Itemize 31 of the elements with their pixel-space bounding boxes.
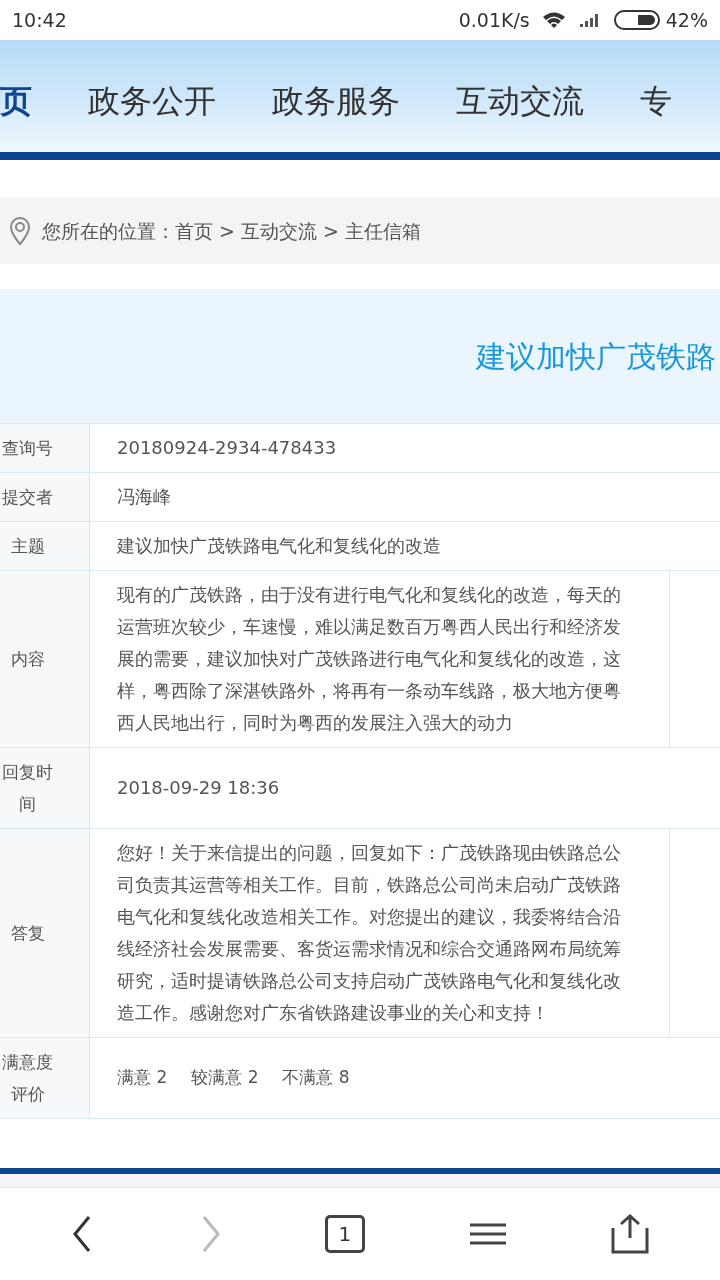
rating-count: 满意 2 <box>117 1066 168 1090</box>
clock-time: 10:42 <box>12 7 67 33</box>
field-value: 您好！关于来信提出的问题，回复如下：广茂铁路现由铁路总公司负责其运营等相关工作。目前，铁路总公司尚未启动广茂铁路电气化和复线化改造相关工作。对您提出的建议，我委将结合沿线经济社会发展需要、客货运需求情况和综合交通路网布局统筹研究，适时提请铁路总公司支持启动广茂铁路电气化和复线化改造工作。感谢您对广东省铁路建设事业的关心和支持！ <box>117 841 622 1025</box>
nav-tab[interactable]: 政务公开 <box>88 67 216 125</box>
field-value: 现有的广茂铁路，由于没有进行电气化和复线化的改造，每天的运营班次较少，车速慢，难以满足数百万粤西人民出行和经济发展的需要，建议加快对广茂铁路进行电气化和复线化的改造，这样，粤西除了深湛铁路外，将再有一条动车线路，极大地方便粤西人民地出行，同时为粤西的发展注入强大的动力 <box>117 583 622 735</box>
nav-tab[interactable]: 政务服务 <box>272 67 400 125</box>
battery-icon <box>613 9 662 31</box>
battery-percent: 42% <box>665 7 708 33</box>
rating-count: 较满意 2 <box>191 1066 259 1090</box>
field-value: 20180924-2934-478433 <box>117 436 337 460</box>
field-value: 2018-09-29 18:36 <box>117 776 280 800</box>
rating-count: 不满意 8 <box>282 1066 350 1090</box>
tabs-button[interactable]: 1 <box>325 1215 365 1253</box>
field-label: 主题 <box>9 535 46 558</box>
field-value: 建议加快广茂铁路电气化和复线化的改造 <box>117 534 441 558</box>
network-speed: 0.01K/s <box>458 7 530 33</box>
field-label: 提交者 <box>1 486 54 509</box>
breadcrumb-text: 您所在的位置：首页 > 互动交流 > 主任信箱 <box>42 218 421 244</box>
menu-icon[interactable] <box>467 1221 508 1247</box>
wifi-icon <box>541 11 566 29</box>
nav-tab[interactable]: 页 <box>0 67 32 125</box>
field-label: 查询号 <box>1 437 54 460</box>
field-label: 答复 <box>9 922 46 945</box>
letter-title: 建议加快广茂铁路 <box>476 337 717 376</box>
nav-tab[interactable]: 专 <box>640 67 672 125</box>
field-label: 满意度评价 <box>1 1051 54 1106</box>
field-label: 回复时间 <box>1 761 54 816</box>
field-value: 冯海峰 <box>117 485 171 509</box>
nav-tab[interactable]: 互动交流 <box>456 67 584 125</box>
location-pin-icon <box>8 216 32 246</box>
field-label: 内容 <box>9 648 46 671</box>
